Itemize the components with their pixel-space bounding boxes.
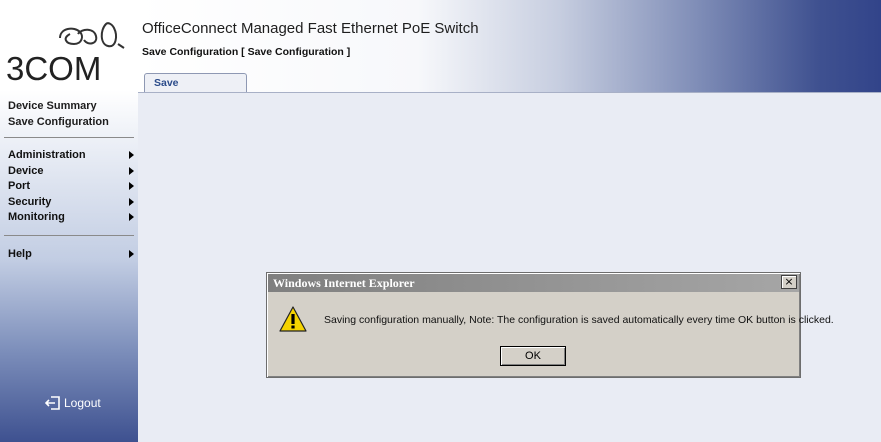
logout-label: Logout <box>64 396 101 410</box>
tab-save-configuration[interactable]: Save Configuration <box>144 73 247 108</box>
sidebar-top-links: Device Summary Save Configuration <box>8 98 109 130</box>
sidebar-link-save-configuration[interactable]: Save Configuration <box>8 114 109 130</box>
breadcrumb: Save Configuration [ Save Configuration … <box>142 46 351 58</box>
chevron-right-icon <box>129 151 134 159</box>
menu-item-label: Device <box>8 164 44 177</box>
menu-item-label: Monitoring <box>8 211 65 223</box>
sidebar-link-device-summary[interactable]: Device Summary <box>8 98 109 114</box>
warning-icon <box>279 306 307 332</box>
3com-logo-text: 3COM <box>6 50 102 87</box>
menu-item-administration[interactable]: Administration <box>8 148 136 164</box>
chevron-right-icon <box>129 213 134 221</box>
chevron-right-icon <box>129 182 134 190</box>
chevron-right-icon <box>129 197 134 206</box>
app-title: OfficeConnect Managed Fast Ethernet PoE … <box>142 20 479 37</box>
sidebar-help-menu: Help <box>8 247 136 263</box>
menu-item-label: Help <box>8 248 32 260</box>
menu-item-monitoring[interactable]: Monitoring <box>8 210 136 226</box>
3com-logo-icon <box>59 22 125 49</box>
close-icon[interactable]: × <box>781 275 797 289</box>
sidebar-menu: Administration Device Port Security Moni… <box>8 148 136 226</box>
dialog-title: Windows Internet Explorer <box>268 274 799 292</box>
logout-button[interactable]: Logout <box>45 396 101 410</box>
chevron-right-icon <box>129 250 134 258</box>
sidebar-divider <box>4 137 134 138</box>
menu-item-security[interactable]: Security <box>8 195 136 211</box>
sidebar-divider <box>4 235 134 236</box>
alert-dialog: Windows Internet Explorer × Saving confi… <box>266 272 834 378</box>
dialog-message: Saving configuration manually, Note: The… <box>324 314 834 326</box>
ok-button[interactable]: OK <box>500 346 566 366</box>
menu-item-port[interactable]: Port <box>8 179 136 195</box>
sidebar: 3COM Device Summary Save Configuration A… <box>0 0 138 442</box>
menu-item-label: Port <box>8 180 30 192</box>
menu-item-label: Security <box>8 195 52 208</box>
main-content <box>138 92 881 442</box>
page-header: OfficeConnect Managed Fast Ethernet PoE … <box>138 0 881 108</box>
menu-item-label: Administration <box>8 149 86 161</box>
chevron-right-icon <box>129 166 134 175</box>
logout-icon <box>45 396 60 410</box>
menu-item-device[interactable]: Device <box>8 164 136 180</box>
menu-item-help[interactable]: Help <box>8 247 136 263</box>
